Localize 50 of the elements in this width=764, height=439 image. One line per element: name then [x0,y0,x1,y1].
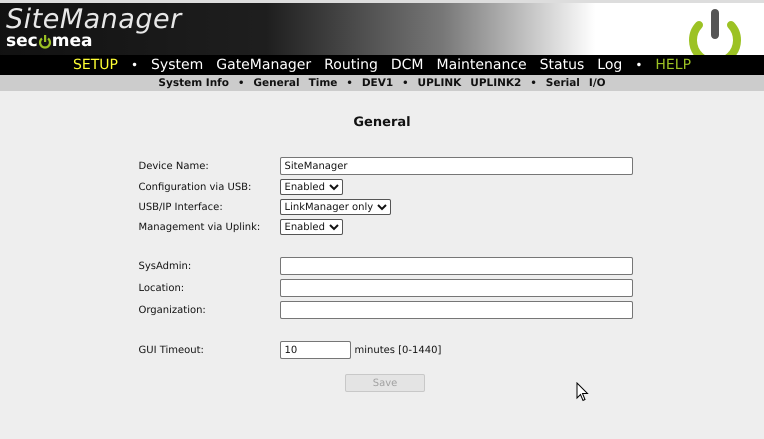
menu-item[interactable]: HELP [655,57,692,73]
text-field[interactable] [280,279,632,297]
submenu-item[interactable]: DEV1 [362,77,394,89]
menu-item[interactable]: Log [597,57,622,73]
field-label: Organization: [138,304,207,316]
unit-hint: minutes [0-1440] [354,344,442,356]
submenu-separator: • [402,78,409,88]
field-label: Device Name: [138,160,210,172]
menu-item[interactable]: DCM [390,57,424,73]
field-label: USB/IP Interface: [138,202,224,212]
menu-item[interactable]: GateManager [216,57,312,73]
field-label: Management via Uplink: [138,222,262,232]
menu-item[interactable]: Status [540,57,584,73]
text-field[interactable] [280,301,632,319]
submenu-item[interactable]: Time [308,77,338,89]
field-label: Configuration via USB: [138,182,252,192]
submenu-separator: • [346,78,353,88]
submenu-item[interactable]: Serial [546,77,580,89]
menu-separator: • [130,58,138,72]
field-label: SysAdmin: [138,260,192,272]
submenu-separator: • [530,78,537,88]
text-field[interactable] [280,257,632,275]
submenu-item[interactable]: I/O [588,77,606,89]
submenu-item[interactable]: System Info [158,77,229,89]
menu-separator: • [635,58,642,72]
submenu-separator: • [238,78,244,88]
menu-item[interactable]: System [151,57,204,73]
brand-logo-text: mea [52,33,92,50]
power-icon [686,9,744,55]
chevron-down-icon [377,204,388,210]
field-label: GUI Timeout: [138,344,205,356]
product-logo-text: SiteManager [6,5,182,35]
mouse-pointer-icon [576,382,589,402]
text-field[interactable]: SiteManager [280,157,632,175]
brand-logo-text: sec [6,33,38,50]
menu-item[interactable]: Routing [324,57,378,73]
menu-item[interactable]: SETUP [72,57,118,73]
text-field[interactable]: 10 [280,341,350,359]
dropdown[interactable]: LinkManager only [280,199,392,215]
menu-item[interactable]: Maintenance [436,57,527,73]
submenu-item[interactable]: UPLINK2 [470,77,522,89]
chevron-down-icon [328,184,339,190]
dropdown[interactable]: Enabled [280,179,343,195]
submenu-item[interactable]: General [253,77,300,89]
submenu-item[interactable]: UPLINK [418,77,462,89]
chevron-down-icon [328,224,339,230]
field-label: Location: [138,282,186,294]
page-title: General [353,115,411,130]
dropdown[interactable]: Enabled [280,219,343,235]
power-symbol-icon [38,34,52,48]
